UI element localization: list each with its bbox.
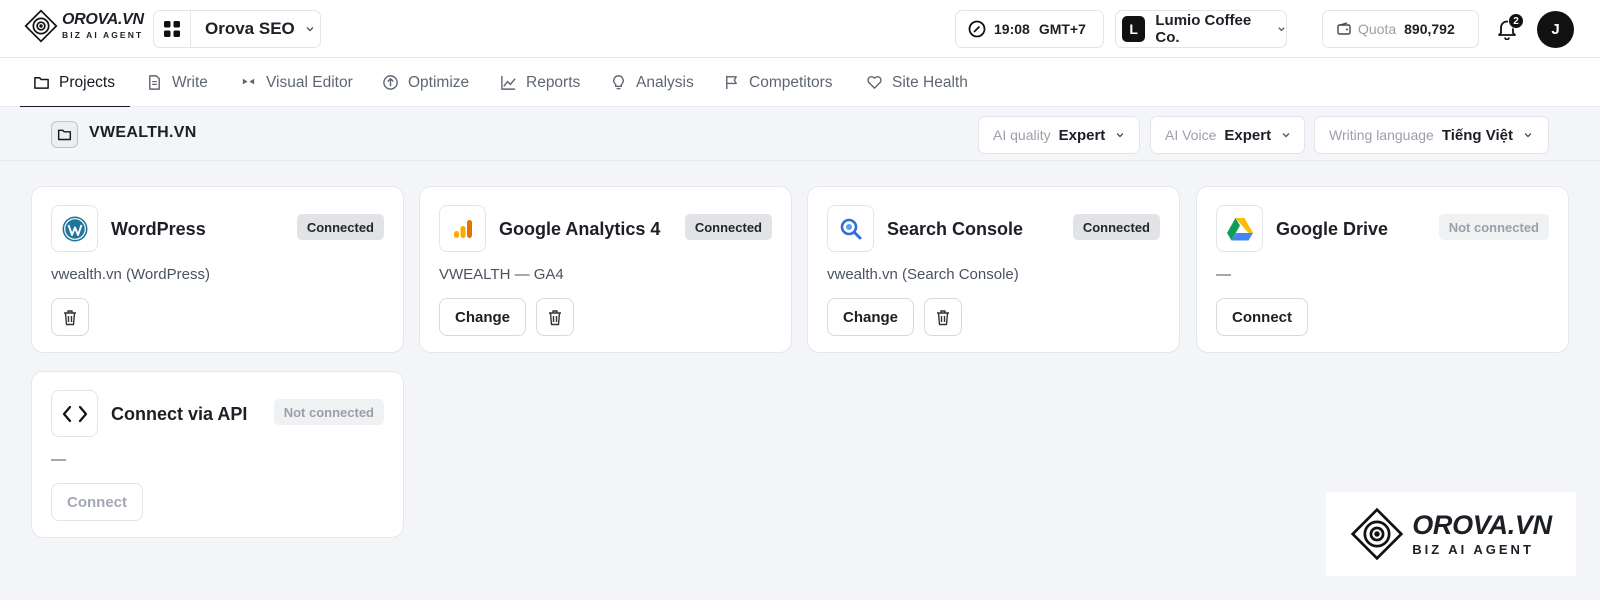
- bow-tie-icon: [242, 78, 255, 85]
- tab-visual-editor[interactable]: Visual Editor: [240, 58, 353, 107]
- integration-detail: VWEALTH — GA4: [439, 266, 564, 283]
- integration-name: Connect via API: [111, 404, 248, 424]
- change-button[interactable]: Change: [827, 298, 914, 336]
- current-time: 19:08: [994, 21, 1030, 37]
- tab-site-health[interactable]: Site Health: [866, 58, 968, 107]
- connect-button[interactable]: Connect: [1216, 298, 1308, 336]
- status-badge: Connected: [296, 214, 384, 240]
- line-chart-icon: [501, 75, 516, 90]
- brand-tagline: BIZ AI AGENT: [1412, 542, 1534, 557]
- folder-icon: [34, 77, 49, 89]
- integration-name: WordPress: [111, 219, 206, 239]
- connect-button[interactable]: Connect: [51, 483, 143, 521]
- delete-button[interactable]: [51, 298, 89, 336]
- clock-widget[interactable]: 19:08 GMT+7: [955, 10, 1104, 48]
- integration-detail: vwealth.vn (WordPress): [51, 266, 210, 283]
- integration-card-wordpress: WordPress Connected vwealth.vn (WordPres…: [31, 186, 404, 353]
- ai-voice-select[interactable]: AI Voice Expert: [1150, 116, 1305, 154]
- status-badge: Not connected: [1438, 214, 1549, 240]
- ai-quality-select[interactable]: AI quality Expert: [978, 116, 1140, 154]
- chevron-down-icon: [1524, 133, 1532, 138]
- status-badge: Connected: [1072, 214, 1160, 240]
- integration-card-search-console: Search Console Connected vwealth.vn (Sea…: [807, 186, 1180, 353]
- apps-grid-icon: [154, 11, 191, 47]
- integration-card-api: Connect via API Not connected — Connect: [31, 371, 404, 538]
- project-toolbar: VWEALTH.VN AI quality Expert AI Voice Ex…: [0, 107, 1600, 161]
- clock-icon: [968, 20, 986, 38]
- trash-icon: [549, 309, 561, 325]
- organization-switcher[interactable]: L Lumio Coffee Co.: [1115, 10, 1287, 48]
- chevron-down-icon: [1282, 133, 1290, 138]
- lightbulb-icon: [613, 75, 624, 90]
- timezone: GMT+7: [1038, 21, 1086, 37]
- main-nav: Projects Write Visual Editor Optimize Re…: [0, 58, 1600, 108]
- search-icon: [827, 205, 874, 252]
- tab-write[interactable]: Write: [146, 58, 208, 107]
- chevron-down-icon: [306, 27, 314, 32]
- top-bar: OROVA.VN BIZ AI AGENT Orova SEO 19:08 GM…: [0, 0, 1600, 58]
- app-switcher[interactable]: Orova SEO: [153, 10, 321, 48]
- integration-name: Google Drive: [1276, 219, 1389, 239]
- brand-watermark: OROVA.VN BIZ AI AGENT: [1326, 492, 1576, 576]
- quota-value: 890,792: [1404, 21, 1455, 37]
- brand-name: OROVA.VN: [62, 11, 144, 29]
- user-avatar[interactable]: J: [1537, 11, 1574, 48]
- tab-optimize[interactable]: Optimize: [382, 58, 469, 107]
- chevron-down-icon: [1116, 133, 1124, 138]
- flag-icon: [726, 75, 737, 90]
- tab-reports[interactable]: Reports: [500, 58, 580, 107]
- google-drive-icon: [1216, 205, 1263, 252]
- brand-name: OROVA.VN: [1412, 510, 1552, 540]
- app-name: Orova SEO: [205, 19, 295, 38]
- integration-detail: —: [1216, 266, 1231, 283]
- wordpress-icon: [51, 205, 98, 252]
- status-badge: Not connected: [273, 399, 384, 425]
- wallet-icon: [1337, 22, 1351, 35]
- analytics-icon: [439, 205, 486, 252]
- integration-name: Search Console: [887, 219, 1024, 239]
- org-name: Lumio Coffee Co.: [1155, 12, 1252, 46]
- tab-analysis[interactable]: Analysis: [610, 58, 694, 107]
- quota-label: Quota: [1358, 21, 1397, 37]
- tab-projects[interactable]: Projects: [20, 58, 130, 108]
- delete-button[interactable]: [536, 298, 574, 336]
- integration-card-google-drive: Google Drive Not connected — Connect: [1196, 186, 1569, 353]
- integration-card-google-analytics: Google Analytics 4 Connected VWEALTH — G…: [419, 186, 792, 353]
- trash-icon: [64, 309, 76, 325]
- trash-icon: [937, 309, 949, 325]
- brand-logo[interactable]: OROVA.VN BIZ AI AGENT: [24, 9, 144, 43]
- document-icon: [149, 75, 160, 90]
- integration-name: Google Analytics 4: [499, 219, 661, 239]
- brand-logo-icon: [24, 9, 58, 43]
- project-title: VWEALTH.VN: [89, 124, 197, 141]
- integration-detail: vwealth.vn (Search Console): [827, 266, 1019, 283]
- arrow-up-circle-icon: [383, 75, 398, 90]
- brand-tagline: BIZ AI AGENT: [62, 30, 144, 41]
- code-icon: [51, 390, 98, 437]
- notification-badge: 2: [1508, 13, 1524, 29]
- heart-icon: [867, 76, 882, 89]
- chevron-down-icon: [1278, 27, 1285, 32]
- brand-logo-icon: [1350, 507, 1404, 561]
- integration-detail: —: [51, 451, 66, 468]
- change-button[interactable]: Change: [439, 298, 526, 336]
- folder-icon: [51, 121, 78, 148]
- tab-competitors[interactable]: Competitors: [723, 58, 833, 107]
- delete-button[interactable]: [924, 298, 962, 336]
- writing-language-select[interactable]: Writing language Tiếng Việt: [1314, 116, 1549, 154]
- org-avatar: L: [1122, 16, 1146, 42]
- status-badge: Connected: [684, 214, 772, 240]
- quota-widget[interactable]: Quota 890,792: [1322, 10, 1479, 48]
